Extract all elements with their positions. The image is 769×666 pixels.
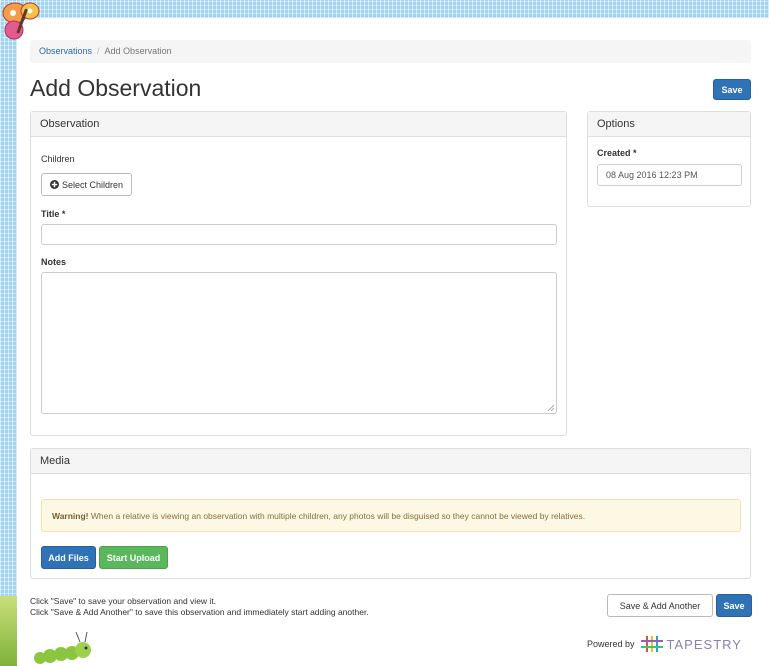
caterpillar-icon (34, 631, 91, 664)
created-label: Created * (597, 148, 637, 158)
powered-by: Powered by TAPESTRY (587, 636, 742, 652)
created-date-input[interactable]: 08 Aug 2016 12:23 PM (597, 164, 742, 186)
observation-panel: Observation Children Select Children Tit… (30, 111, 567, 436)
options-panel: Options Created * 08 Aug 2016 12:23 PM (587, 111, 751, 207)
breadcrumb-separator: / (97, 46, 100, 56)
notes-textarea[interactable] (41, 272, 557, 414)
butterfly-icon (2, 2, 40, 40)
decorative-frame-top (0, 0, 769, 18)
title-input[interactable] (41, 224, 557, 245)
powered-by-label: Powered by (587, 639, 635, 649)
multiple-children-warning: Warning! When a relative is viewing an o… (41, 499, 741, 532)
notes-label: Notes (41, 257, 67, 267)
warning-strong: Warning! (52, 511, 89, 521)
tapestry-brand-text: TAPESTRY (666, 636, 742, 652)
breadcrumb-current: Add Observation (104, 46, 172, 56)
decorative-frame-left (0, 18, 17, 666)
breadcrumb-link-observations[interactable]: Observations (39, 46, 92, 56)
select-children-label: Select Children (61, 179, 124, 190)
resize-grip-icon[interactable] (547, 404, 554, 411)
children-label: Children (41, 154, 75, 164)
save-button-bottom[interactable]: Save (716, 594, 752, 617)
help-text-save-add-another: Click "Save & Add Another" to save this … (30, 607, 369, 617)
select-children-button[interactable]: Select Children (41, 173, 132, 196)
observation-panel-heading: Observation (31, 112, 566, 137)
save-and-add-another-button[interactable]: Save & Add Another (607, 594, 713, 617)
save-button-top[interactable]: Save (713, 79, 751, 100)
add-files-button[interactable]: Add Files (41, 546, 96, 569)
media-panel: Media Warning! When a relative is viewin… (30, 448, 751, 579)
page-title: Add Observation (30, 75, 202, 101)
options-panel-heading: Options (588, 112, 750, 137)
plus-circle-icon (49, 180, 59, 189)
help-text-save: Click "Save" to save your observation an… (30, 596, 217, 606)
start-upload-button[interactable]: Start Upload (99, 546, 168, 569)
tapestry-logo-icon (640, 636, 663, 652)
warning-text: When a relative is viewing an observatio… (88, 511, 586, 521)
breadcrumb: Observations / Add Observation (30, 40, 751, 63)
grass-decoration (0, 596, 17, 666)
title-label: Title * (41, 209, 66, 219)
media-panel-heading: Media (31, 449, 750, 474)
